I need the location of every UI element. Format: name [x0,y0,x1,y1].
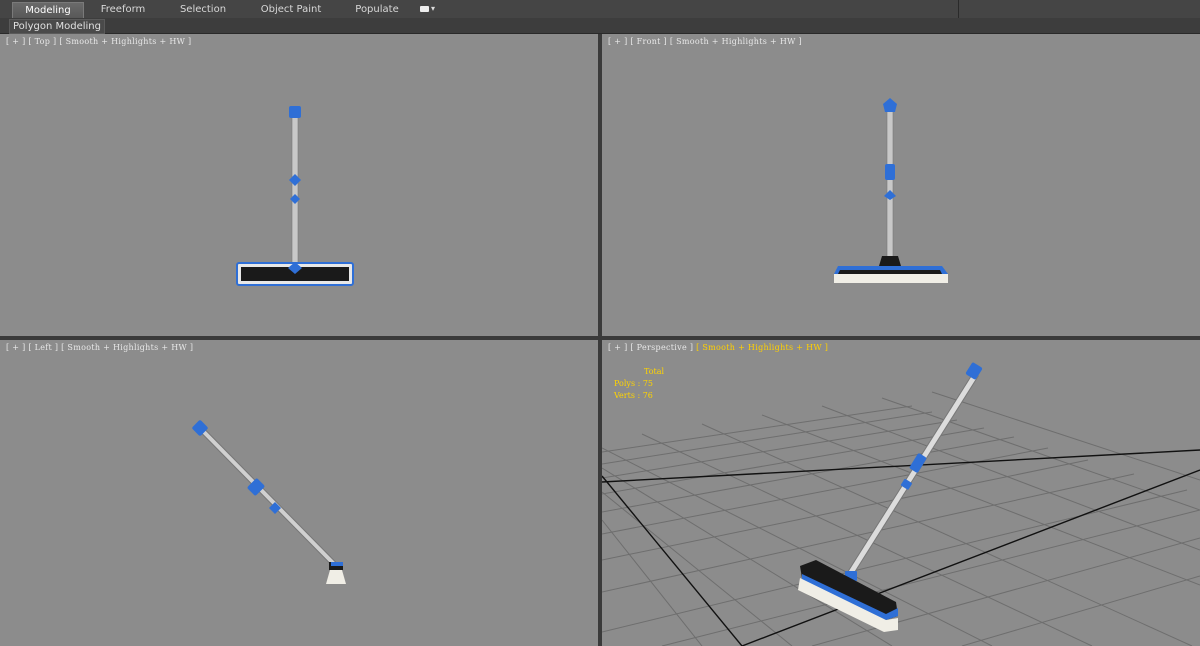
broom-model-left[interactable] [0,340,598,646]
perspective-scene[interactable] [602,340,1200,646]
home-grid [602,391,1200,646]
tab-freeform[interactable]: Freeform [92,2,154,17]
ribbon-tab-bar: Modeling Freeform Selection Object Paint… [0,0,1200,19]
viewport-top[interactable]: [ + ] [ Top ] [ Smooth + Highlights + HW… [0,34,598,336]
tab-selection[interactable]: Selection [172,2,234,17]
ribbon-dropdown-button[interactable]: ▾ [420,4,438,14]
broom-model-top[interactable] [0,34,598,336]
ribbon-panel-bar: Polygon Modeling [0,18,1200,34]
window-icon [420,5,429,12]
divider [958,0,959,18]
polygon-modeling-button[interactable]: Polygon Modeling [9,19,105,34]
viewport-front[interactable]: [ + ] [ Front ] [ Smooth + Highlights + … [602,34,1200,336]
broom-model-front[interactable] [602,34,1200,336]
broom-model-perspective[interactable] [798,362,983,632]
viewport-perspective[interactable]: [ + ] [ Perspective ] [ Smooth + Highlig… [602,340,1200,646]
tab-modeling[interactable]: Modeling [12,2,84,18]
chevron-down-icon: ▾ [431,4,436,13]
viewport-left[interactable]: [ + ] [ Left ] [ Smooth + Highlights + H… [0,340,598,646]
tab-object-paint[interactable]: Object Paint [255,2,327,17]
tab-populate[interactable]: Populate [346,2,408,17]
